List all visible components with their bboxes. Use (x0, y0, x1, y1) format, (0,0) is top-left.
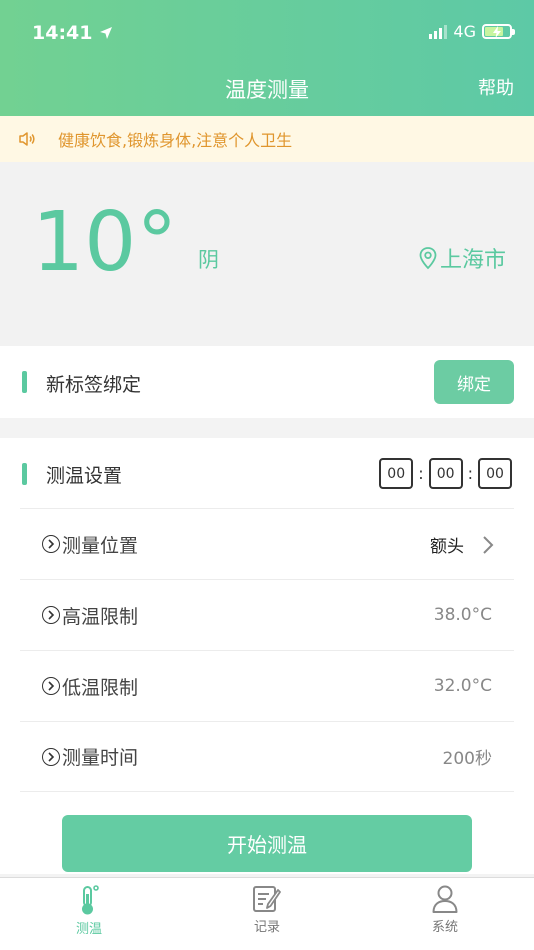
section-marker (22, 371, 27, 393)
setting-value: 200秒 (442, 749, 492, 769)
setting-label: 高温限制 (62, 605, 139, 628)
status-time-text: 14:41 (32, 22, 93, 44)
tab-label: 测温 (75, 922, 102, 937)
circle-chevron-icon (42, 677, 60, 695)
tab-measure[interactable]: 测温 (49, 884, 129, 937)
tab-bar: 测温 记录 系统 (0, 877, 534, 950)
city-location[interactable]: 上海市 (418, 242, 506, 274)
status-right: 4G (429, 22, 515, 41)
status-time: 14:41 (32, 22, 113, 44)
setting-label: 低温限制 (62, 676, 139, 699)
header: 14:41 4G 温度测量 帮助 (0, 0, 534, 116)
bind-section-title: 新标签绑定 (46, 374, 142, 396)
settings-section-title: 测温设置 (46, 465, 123, 487)
tab-system[interactable]: 系统 (405, 884, 485, 935)
weather-panel: 10° 阴 上海市 (0, 162, 534, 346)
circle-chevron-icon (42, 747, 60, 766)
timer-minutes[interactable]: 00 (428, 458, 463, 489)
help-link[interactable]: 帮助 (478, 74, 514, 100)
weather-condition: 阴 (198, 248, 219, 272)
timer-separator: : (467, 464, 473, 483)
tab-label: 系统 (431, 920, 458, 935)
setting-row-low-limit[interactable]: 低温限制 32.0°C (20, 650, 514, 721)
signal-icon (429, 24, 448, 39)
setting-value: 额头 (430, 536, 464, 557)
setting-row-position[interactable]: 测量位置 额头 (20, 508, 514, 579)
timer-seconds[interactable]: 00 (478, 458, 512, 489)
battery-icon (482, 24, 515, 39)
setting-value: 32.0°C (433, 676, 492, 696)
tab-label: 记录 (253, 920, 280, 935)
temperature-value: 10° (32, 195, 178, 290)
thermometer-icon (82, 885, 99, 915)
record-icon (253, 886, 281, 912)
bind-section: 新标签绑定 绑定 (0, 346, 534, 418)
bind-button[interactable]: 绑定 (434, 360, 514, 404)
notice-bar: 健康饮食,锻炼身体,注意个人卫生 (0, 116, 534, 162)
location-pin-icon (419, 247, 437, 270)
timer-separator: : (418, 464, 424, 483)
user-icon (432, 885, 458, 913)
network-label: 4G (453, 22, 476, 41)
start-measure-button[interactable]: 开始测温 (62, 815, 472, 872)
settings-rows: 测量位置 额头 高温限制 38.0°C 低温限制 32.0°C 测量时间 200… (20, 508, 514, 792)
city-name: 上海市 (439, 248, 506, 273)
setting-label: 测量时间 (62, 747, 139, 769)
page-title: 温度测量 (225, 78, 309, 102)
timer-inputs: 00 : 00 : 00 (379, 458, 512, 489)
section-marker (22, 463, 27, 485)
speaker-icon (19, 132, 35, 146)
setting-row-high-limit[interactable]: 高温限制 38.0°C (20, 579, 514, 650)
settings-section: 测温设置 00 : 00 : 00 测量位置 额头 高温限制 38.0°C 低温… (0, 438, 534, 874)
timer-hours[interactable]: 00 (379, 458, 414, 489)
setting-row-duration[interactable]: 测量时间 200秒 (20, 721, 514, 792)
circle-chevron-icon (42, 606, 60, 624)
circle-chevron-icon (42, 535, 60, 553)
setting-label: 测量位置 (62, 534, 139, 557)
tab-records[interactable]: 记录 (227, 884, 307, 935)
notice-text: 健康饮食,锻炼身体,注意个人卫生 (58, 131, 293, 150)
location-arrow-icon (100, 27, 113, 39)
setting-value: 38.0°C (433, 605, 492, 625)
chevron-right-icon (483, 536, 494, 554)
